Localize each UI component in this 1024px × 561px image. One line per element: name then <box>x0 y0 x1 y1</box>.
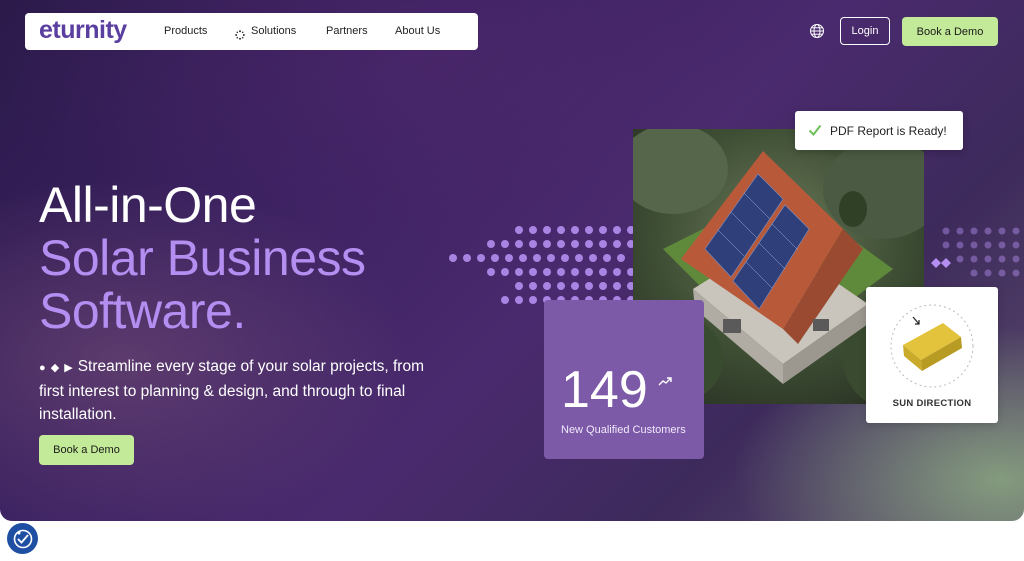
hero-title-line-1: All-in-One <box>39 177 257 233</box>
globe-icon[interactable] <box>809 23 825 39</box>
bullet-glyphs: ● ◆ ▶ <box>39 362 74 374</box>
hero-description: ● ◆ ▶ Streamline every stage of your sola… <box>39 355 439 426</box>
book-demo-button-header[interactable]: Book a Demo <box>902 17 998 46</box>
hero-title-line-3: Software. <box>39 283 246 339</box>
nav-item-solutions[interactable]: Solutions <box>251 25 296 37</box>
hero-description-text: Streamline every stage of your solar pro… <box>39 358 424 423</box>
accessibility-icon <box>13 529 32 548</box>
sun-direction-compass-icon <box>890 304 974 388</box>
pdf-ready-text: PDF Report is Ready! <box>830 124 947 138</box>
pdf-ready-notification: PDF Report is Ready! <box>795 111 963 150</box>
stats-label: New Qualified Customers <box>561 424 686 436</box>
checkmark-icon <box>808 123 822 137</box>
trend-up-icon <box>658 374 672 386</box>
hero-section: eturnity Products Solutions Partners Abo… <box>0 0 1024 521</box>
book-demo-button-hero[interactable]: Book a Demo <box>39 435 134 465</box>
decorative-dot-pattern-right <box>931 227 1020 277</box>
nav-item-products[interactable]: Products <box>164 25 207 37</box>
decorative-dot-pattern <box>449 226 635 304</box>
nav-item-partners[interactable]: Partners <box>326 25 368 37</box>
nav-item-about-us[interactable]: About Us <box>395 25 440 37</box>
sun-direction-label: SUN DIRECTION <box>892 398 972 409</box>
solutions-dots-icon <box>235 27 245 40</box>
accessibility-button[interactable] <box>7 523 38 554</box>
login-button[interactable]: Login <box>840 17 890 45</box>
eturnity-logo[interactable]: eturnity <box>39 16 127 45</box>
hero-title-line-2: Solar Business <box>39 230 366 286</box>
stats-number: 149 <box>561 361 648 419</box>
sun-direction-card: SUN DIRECTION <box>866 287 998 423</box>
stats-card: 149 New Qualified Customers <box>544 300 704 459</box>
main-nav: eturnity Products Solutions Partners Abo… <box>25 13 478 50</box>
